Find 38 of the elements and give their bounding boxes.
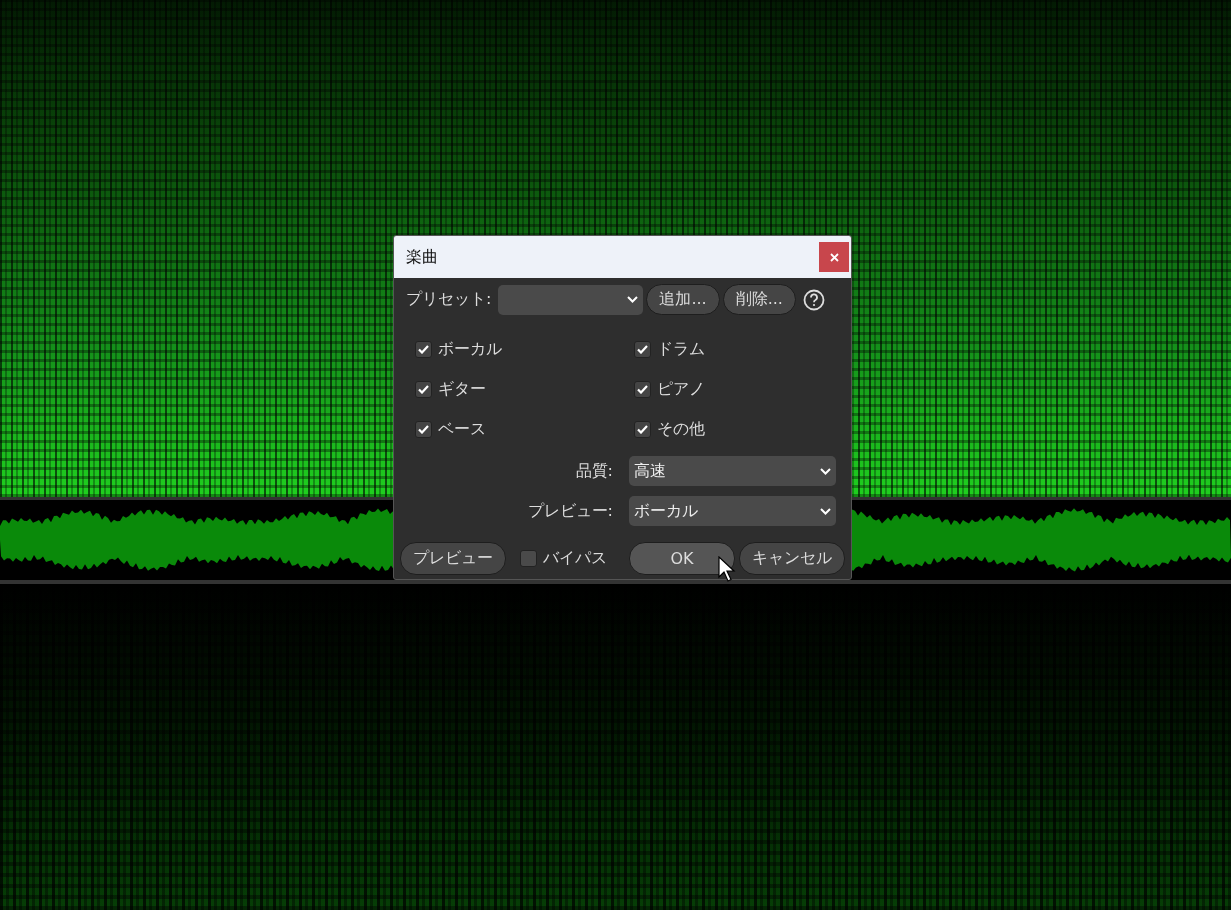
close-icon (829, 252, 839, 262)
checkmark-icon (637, 345, 648, 354)
dropdown[interactable]: ボーカル (629, 496, 836, 526)
checkmark-icon (637, 425, 648, 434)
chevron-down-icon (820, 507, 831, 515)
cancel-button[interactable]: キャンセル (739, 542, 845, 575)
preset-label: プリセット: (406, 289, 492, 310)
field-label: プレビュー: (527, 500, 613, 522)
preset-button[interactable]: 削除... (722, 284, 796, 315)
chevron-down-icon (820, 467, 831, 475)
help-icon[interactable] (802, 288, 825, 311)
checkbox[interactable] (415, 341, 432, 358)
ok-button[interactable]: OK (629, 542, 735, 575)
checkbox[interactable] (415, 381, 432, 398)
checkbox-label: ピアノ (657, 379, 705, 400)
checkbox-label: バイパス (543, 548, 607, 569)
checkbox[interactable] (520, 550, 537, 567)
dropdown[interactable]: 高速 (629, 456, 836, 486)
checkbox-label: ベース (438, 419, 486, 440)
checkmark-icon (418, 425, 429, 434)
checkbox[interactable] (634, 381, 651, 398)
checkbox-label: その他 (657, 419, 705, 440)
preview-button[interactable]: プレビュー (400, 542, 506, 575)
close-button[interactable] (819, 242, 849, 272)
field-label: 品質: (575, 460, 613, 482)
checkbox[interactable] (415, 421, 432, 438)
chevron-down-icon (627, 296, 639, 303)
checkmark-icon (637, 385, 648, 394)
checkmark-icon (418, 385, 429, 394)
window-title: 楽曲 (406, 246, 438, 268)
preset-button[interactable]: 追加... (646, 284, 720, 315)
checkmark-icon (418, 345, 429, 354)
mouse-pointer-icon (718, 556, 736, 582)
checkbox-label: ドラム (657, 339, 705, 360)
checkbox[interactable] (634, 421, 651, 438)
checkbox[interactable] (634, 341, 651, 358)
checkbox-label: ギター (438, 379, 486, 400)
checkbox-label: ボーカル (438, 339, 502, 360)
